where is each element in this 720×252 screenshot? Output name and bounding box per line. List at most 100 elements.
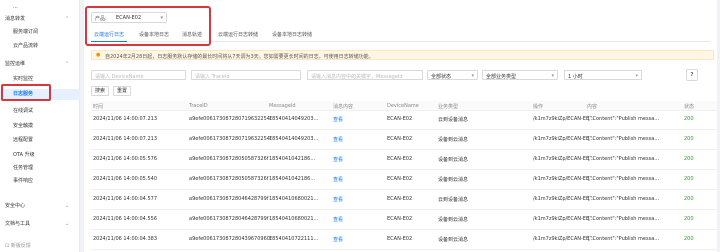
sidebar-item-label: 服务端订阅 <box>13 29 39 35</box>
table-cell: {"Content":"Publish messa... <box>587 116 660 122</box>
view-link[interactable]: 查看 <box>333 136 343 143</box>
sidebar-item[interactable]: 事件响应 <box>0 176 80 187</box>
table-cell: 200 <box>684 156 694 162</box>
sidebar-item-label: 安全触摸 <box>13 123 34 129</box>
sidebar-item[interactable]: OTA 升级 <box>0 150 80 161</box>
business-type-value: 全部业务类型 <box>486 73 517 80</box>
sidebar-item[interactable]: 远程配置 <box>0 135 80 146</box>
view-link[interactable]: 查看 <box>333 196 343 203</box>
chevron-down-icon: ▾ <box>471 72 474 79</box>
column-header: DeviceName <box>387 103 419 109</box>
feedback-link[interactable]: ⊡ 新版反馈 <box>5 242 31 249</box>
table-cell: 1854041042186... <box>269 176 316 182</box>
device-name-input[interactable]: 请输入 DeviceName <box>91 70 186 80</box>
table-cell: 云到设备消息 <box>438 117 469 123</box>
view-link[interactable]: 查看 <box>333 156 343 163</box>
sidebar-item-label: 事件响应 <box>13 178 34 184</box>
table-cell: 18540414049203... <box>269 116 319 122</box>
sidebar-item[interactable]: 在线调试 <box>0 106 80 117</box>
table-cell: 200 <box>684 136 694 142</box>
sidebar-item-label: OTA 升级 <box>13 152 35 158</box>
column-header: 状态 <box>684 104 695 110</box>
table-cell: 200 <box>684 216 694 222</box>
view-link[interactable]: 查看 <box>333 236 343 243</box>
table-cell: ECAN-E02 <box>387 216 413 222</box>
table-cell: {"Content":"Publish messa... <box>587 176 660 182</box>
trace-id-input[interactable]: 请输入 TraceId <box>191 70 301 80</box>
sidebar-item-label: 文档与工具 <box>5 221 31 227</box>
table-row: 2024/11/06 14:00:07.213 a9efe006173087280… <box>91 131 717 150</box>
table-cell: {"Content":"Publish messa... <box>587 236 660 242</box>
notice-text: 自2024年2月28日起，日志服务默认存储的最长时间将从7天调为3天。您如需要更… <box>105 53 374 60</box>
table-cell: a9efe006173087280719632254f <box>189 116 272 122</box>
table-cell: 18540414049203... <box>269 136 319 142</box>
help-button[interactable]: ? <box>686 69 698 81</box>
chevron-down-icon: ⌄ <box>65 221 70 227</box>
column-header: 消息内容 <box>333 104 354 110</box>
product-tabs-highlight-box <box>85 6 211 46</box>
sidebar-item-label: 消息转发 <box>5 16 26 22</box>
table-cell: a9efe00617308728046428799f <box>189 196 269 202</box>
table-cell: a9efe00617308728050587326f <box>189 176 269 182</box>
table-cell: /k1m7z9kiZp/ECAN-EE... <box>533 176 594 182</box>
table-row: 2024/11/06 14:00:04.556 a9efe006173087280… <box>91 211 717 230</box>
message-placeholder: 请输入消息内容中的关键字，MessageId <box>311 73 403 80</box>
column-header: 时间 <box>93 104 104 110</box>
tab-3[interactable]: 云端运行日志转储 <box>215 28 261 42</box>
sidebar-item[interactable]: 任务管理 <box>0 163 80 174</box>
tab-4[interactable]: 设备本地日志转储 <box>269 28 315 42</box>
table-cell: 2024/11/06 14:00:07.213 <box>93 136 157 142</box>
time-range-select[interactable]: 1 小时 ▾ <box>564 70 642 80</box>
sidebar-item-label: ... <box>13 4 18 10</box>
device-name-placeholder: 请输入 DeviceName <box>95 73 144 80</box>
table-cell: ECAN-E02 <box>387 116 413 122</box>
status-select-value: 全部状态 <box>431 73 452 80</box>
sidebar-item-label: 监控运维 <box>5 61 26 67</box>
table-cell: ECAN-E02 <box>387 136 413 142</box>
sidebar-item-label: 任务管理 <box>13 165 34 171</box>
table-cell: 1854041042186... <box>269 156 316 162</box>
business-type-select[interactable]: 全部业务类型 ▾ <box>482 70 558 80</box>
column-header: MessageId <box>269 103 296 109</box>
table-cell: a9efe00617308728050587326f <box>189 156 269 162</box>
table-cell: {"Content":"Publish messa... <box>587 216 660 222</box>
table-cell: /k1m7z9kiZp/ECAN-EE... <box>533 136 594 142</box>
chevron-up-icon: ⌃ <box>65 16 70 22</box>
time-range-value: 1 小时 <box>568 73 583 80</box>
reset-button[interactable]: 重置 <box>113 86 131 96</box>
sidebar-item-label: 远程配置 <box>13 137 34 143</box>
table-cell: ECAN-E02 <box>387 156 413 162</box>
sidebar-item[interactable]: 文档与工具 ⌄ <box>0 219 80 230</box>
search-button[interactable]: 搜索 <box>91 86 109 96</box>
view-link[interactable]: 查看 <box>333 116 343 123</box>
table-cell: a9efe006173087280719632254f <box>189 136 272 142</box>
message-input[interactable]: 请输入消息内容中的关键字，MessageId <box>307 70 423 80</box>
sidebar-item[interactable]: 安全触摸 <box>0 121 80 132</box>
table-cell: 200 <box>684 236 694 242</box>
table-cell: {"Content":"Publish messa... <box>587 196 660 202</box>
sidebar-item[interactable]: 云产品流转 <box>0 41 80 52</box>
table-cell: 2024/11/06 14:00:04.577 <box>93 196 157 202</box>
table-cell: 18540410680021... <box>269 196 319 202</box>
column-header: 内容 <box>587 104 598 110</box>
table-cell: 设备到云消息 <box>438 177 469 183</box>
sidebar-item[interactable]: 消息转发 ⌃ <box>0 14 80 25</box>
table-row: 2024/11/06 14:00:04.383 a9efe006173087280… <box>91 231 717 250</box>
table-row: 2024/11/06 14:00:04.577 a9efe006173087280… <box>91 191 717 210</box>
sidebar-item[interactable]: 安全中心 ⌄ <box>0 201 80 212</box>
status-select[interactable]: 全部状态 ▾ <box>427 70 478 80</box>
table-cell: a9efe006173087280439670960f <box>189 236 272 242</box>
sidebar-item[interactable]: 监控运维 ⌃ <box>0 59 80 70</box>
view-link[interactable]: 查看 <box>333 216 343 223</box>
sidebar-item[interactable]: 服务端订阅 <box>0 27 80 38</box>
table-cell: 18540410680021... <box>269 216 319 222</box>
table-cell: {"Content":"Publish messa... <box>587 136 660 142</box>
table-cell: 2024/11/06 14:00:05.540 <box>93 176 157 182</box>
chevron-down-icon: ⌄ <box>65 203 70 209</box>
view-link[interactable]: 查看 <box>333 176 343 183</box>
table-row: 2024/11/06 14:00:07.213 a9efe006173087280… <box>91 111 717 130</box>
table-cell: 2024/11/06 14:00:05.576 <box>93 156 157 162</box>
chevron-down-icon: ▾ <box>635 72 638 79</box>
sidebar-item[interactable]: ... <box>0 2 80 13</box>
info-icon: ● <box>96 52 101 58</box>
